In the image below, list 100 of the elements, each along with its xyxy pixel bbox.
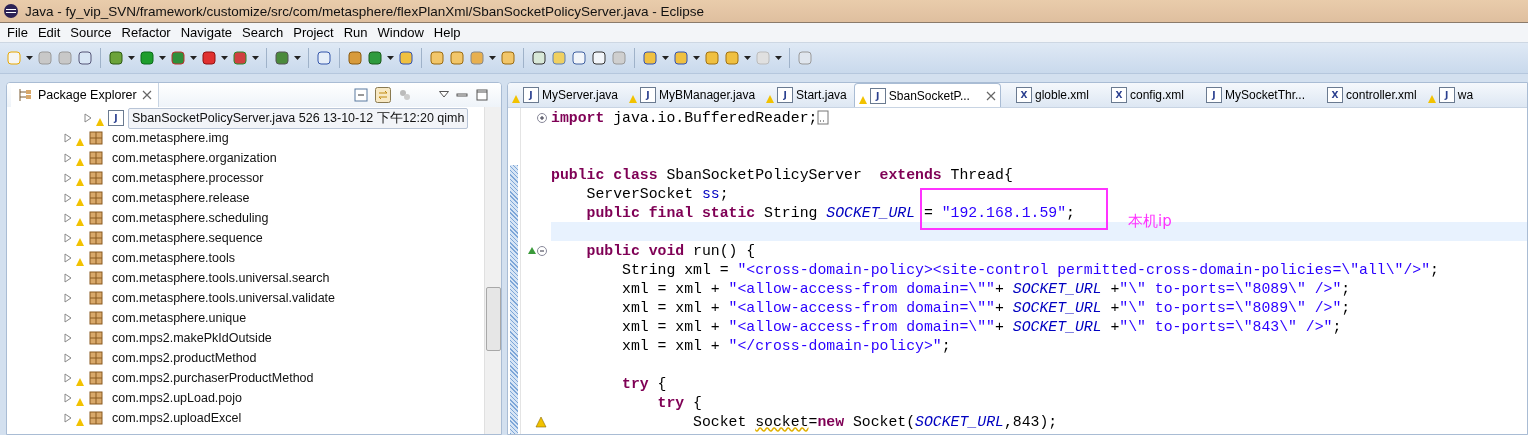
code-token: ServerSocket <box>585 185 695 202</box>
dropdown-caret-icon[interactable] <box>489 56 496 60</box>
editor-tab[interactable]: J MyBManager.java <box>625 83 760 107</box>
dropdown-caret-icon[interactable] <box>662 56 669 60</box>
code-token: new <box>817 413 845 430</box>
tree-item[interactable]: com.mps2.makePkIdOutside <box>108 329 276 347</box>
editor-tab[interactable]: J MyServer.java <box>508 83 623 107</box>
collapse-icon[interactable] <box>537 245 547 256</box>
code-token: xml = xml + <box>621 299 721 316</box>
editor-tab[interactable]: J SbanSocketP... <box>853 83 1001 107</box>
view-menu-icon[interactable] <box>439 91 449 99</box>
close-icon[interactable] <box>141 90 152 100</box>
editor-tab[interactable]: J wa <box>1423 83 1478 107</box>
code-token: ; <box>1341 299 1351 316</box>
tree-item[interactable]: com.mps2.productMethod <box>108 349 261 367</box>
dropdown-caret-icon[interactable] <box>26 56 33 60</box>
menu-item[interactable]: Window <box>372 25 429 40</box>
menu-item[interactable]: Refactor <box>116 25 176 40</box>
close-icon[interactable] <box>985 90 996 101</box>
tree-item[interactable]: com.metasphere.sequence <box>108 229 267 247</box>
code-token: public void <box>585 242 685 259</box>
code-token: try <box>656 394 685 411</box>
link-editor-icon[interactable] <box>375 87 391 103</box>
code-token: SOCKET_URL <box>826 204 916 221</box>
dropdown-caret-icon[interactable] <box>387 56 394 60</box>
dropdown-caret-icon[interactable] <box>128 56 135 60</box>
code-token: java.io.BufferedReader; <box>612 109 818 126</box>
editor-tab[interactable]: X controller.xml <box>1312 83 1421 107</box>
tree-item[interactable]: com.metasphere.release <box>108 189 254 207</box>
code-token: extends <box>879 166 942 183</box>
menu-item[interactable]: File <box>2 25 33 40</box>
code-token: run() { <box>692 242 756 259</box>
tree-item[interactable]: SbanSocketPolicyServer.java 526 13-10-12 下午12:20 qimh <box>128 107 469 129</box>
window-title: Java - fy_vip_SVN/framework/customize/src/com/metasphere/flexPlanXml/SbanSocketPolicyServer.java - Eclipse <box>25 3 704 19</box>
code-token: + <box>995 318 1005 335</box>
code-token: = <box>922 204 934 221</box>
expand-arrow-icon[interactable] <box>84 113 92 123</box>
tree-item[interactable]: com.metasphere.tools.universal.search <box>108 269 334 287</box>
code-token: "</cross-domain-policy>" <box>728 337 942 354</box>
code-token: ; <box>1430 261 1439 278</box>
code-token: ; <box>941 337 951 354</box>
code-token: public final static <box>585 204 756 221</box>
editor-tab[interactable]: X globle.xml <box>1000 83 1093 107</box>
dropdown-caret-icon[interactable] <box>221 56 228 60</box>
code-token: + <box>1109 280 1120 297</box>
dropdown-caret-icon[interactable] <box>252 56 259 60</box>
code-token: try <box>621 375 649 392</box>
tree-item[interactable]: com.mps2.uploadExcel <box>108 409 246 427</box>
menu-item[interactable]: Search <box>237 25 289 40</box>
eclipse-logo-icon <box>3 3 19 19</box>
expand-icon[interactable] <box>537 112 547 123</box>
code-token: public class <box>551 166 658 183</box>
tree-item[interactable]: com.metasphere.scheduling <box>108 209 273 227</box>
code-token: Socket <box>692 413 748 430</box>
file-icon: J <box>523 87 539 103</box>
code-token: "\" to-ports=\"8089\" />" <box>1119 299 1342 316</box>
file-icon: J <box>777 87 794 103</box>
scrollbar[interactable] <box>484 107 501 434</box>
tree-item[interactable]: com.metasphere.organization <box>108 149 281 167</box>
tree-item[interactable]: com.mps2.purchaserProductMethod <box>108 369 318 387</box>
tree-item[interactable]: com.metasphere.unique <box>108 309 251 327</box>
dropdown-caret-icon[interactable] <box>744 56 751 60</box>
menu-item[interactable]: Edit <box>32 25 66 40</box>
code-token: String xml = <box>621 261 730 278</box>
folded-code-icon[interactable] <box>817 110 830 125</box>
tree-item[interactable]: com.mps2.upLoad.pojo <box>108 389 246 407</box>
code-token: xml = xml + <box>621 337 721 354</box>
menu-item[interactable]: Source <box>65 25 117 40</box>
dropdown-caret-icon[interactable] <box>294 56 301 60</box>
tree-item[interactable]: com.metasphere.img <box>108 129 233 147</box>
file-icon: J <box>1206 87 1222 103</box>
code-token: "192.168.1.59" <box>941 204 1067 221</box>
code-token: ,843); <box>1003 413 1058 430</box>
dropdown-caret-icon[interactable] <box>159 56 166 60</box>
menu-item[interactable]: Project <box>288 25 339 40</box>
file-icon: X <box>1111 87 1127 103</box>
code-token: "<allow-access-from domain=\"" <box>728 299 995 316</box>
code-token: "<allow-access-from domain=\"" <box>728 280 995 297</box>
panel-tab[interactable]: Package Explorer <box>11 83 159 107</box>
dots-icon[interactable] <box>397 87 413 103</box>
editor-tab[interactable]: J MySocketThr... <box>1191 83 1310 107</box>
menu-item[interactable]: Navigate <box>175 25 237 40</box>
tree-item[interactable]: com.metasphere.tools <box>108 249 239 267</box>
dropdown-caret-icon[interactable] <box>693 56 700 60</box>
code-token: { <box>656 375 667 392</box>
dropdown-caret-icon[interactable] <box>190 56 197 60</box>
editor-tab[interactable]: J Start.java <box>762 83 851 107</box>
maximize-icon[interactable] <box>475 88 489 102</box>
collapse-all-icon[interactable] <box>353 87 369 103</box>
dropdown-caret-icon[interactable] <box>775 56 782 60</box>
scrollbar-thumb[interactable] <box>486 287 501 351</box>
code-token: ; <box>1341 280 1351 297</box>
tree-item[interactable]: com.metasphere.processor <box>108 169 268 187</box>
menu-item[interactable]: Run <box>338 25 373 40</box>
tree-item[interactable]: com.metasphere.tools.universal.validate <box>108 289 340 307</box>
file-icon: X <box>1327 87 1344 103</box>
menu-item[interactable]: Help <box>428 25 466 40</box>
file-icon: X <box>1015 87 1032 103</box>
code-token: xml = xml + <box>621 318 721 335</box>
editor-tab[interactable]: X config.xml <box>1096 83 1188 107</box>
